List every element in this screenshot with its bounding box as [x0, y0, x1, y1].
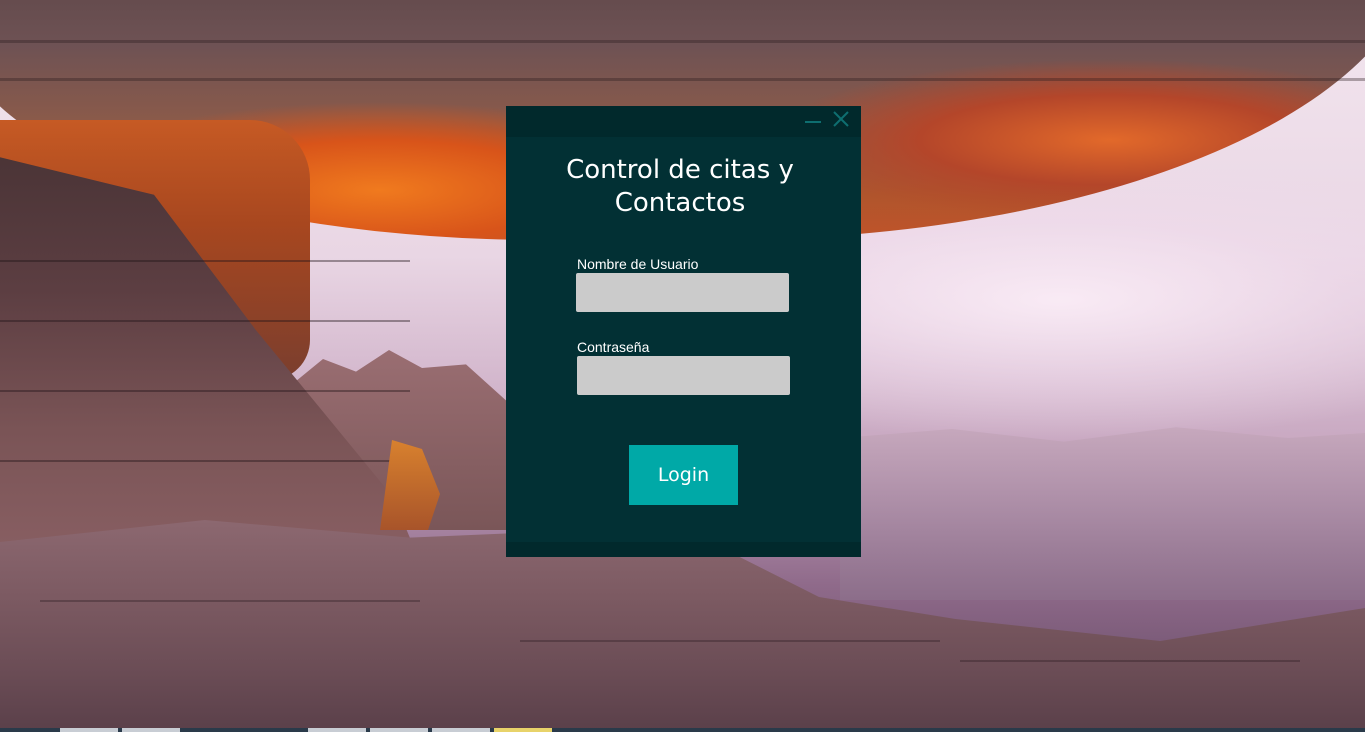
taskbar[interactable] — [0, 728, 1365, 732]
password-input[interactable] — [577, 356, 790, 395]
wallpaper-distant-plains — [840, 427, 1365, 600]
close-icon — [832, 110, 850, 133]
taskbar-item[interactable] — [122, 728, 180, 732]
taskbar-item[interactable] — [370, 728, 428, 732]
wallpaper-ridge — [40, 600, 420, 602]
dialog-footer — [506, 542, 861, 557]
username-label: Nombre de Usuario — [577, 256, 699, 272]
login-button[interactable]: Login — [629, 445, 738, 505]
wallpaper-strata — [0, 320, 410, 322]
taskbar-item-active[interactable] — [494, 728, 552, 732]
taskbar-item[interactable] — [308, 728, 366, 732]
taskbar-item[interactable] — [60, 728, 118, 732]
login-dialog: Control de citas y Contactos Nombre de U… — [506, 106, 861, 557]
wallpaper-strata — [0, 460, 410, 462]
taskbar-item[interactable] — [432, 728, 490, 732]
wallpaper-strata — [0, 78, 1365, 81]
username-input[interactable] — [576, 273, 789, 312]
minimize-icon — [804, 110, 822, 133]
password-label: Contraseña — [577, 339, 650, 355]
wallpaper-strata — [0, 260, 410, 262]
page-title: Control de citas y Contactos — [566, 155, 794, 218]
wallpaper-ridge — [520, 640, 940, 642]
wallpaper-ridge — [960, 660, 1300, 662]
wallpaper-strata — [0, 390, 410, 392]
dialog-titlebar[interactable] — [506, 106, 861, 137]
wallpaper-strata — [0, 40, 1365, 43]
close-button[interactable] — [830, 110, 852, 132]
minimize-button[interactable] — [802, 110, 824, 132]
